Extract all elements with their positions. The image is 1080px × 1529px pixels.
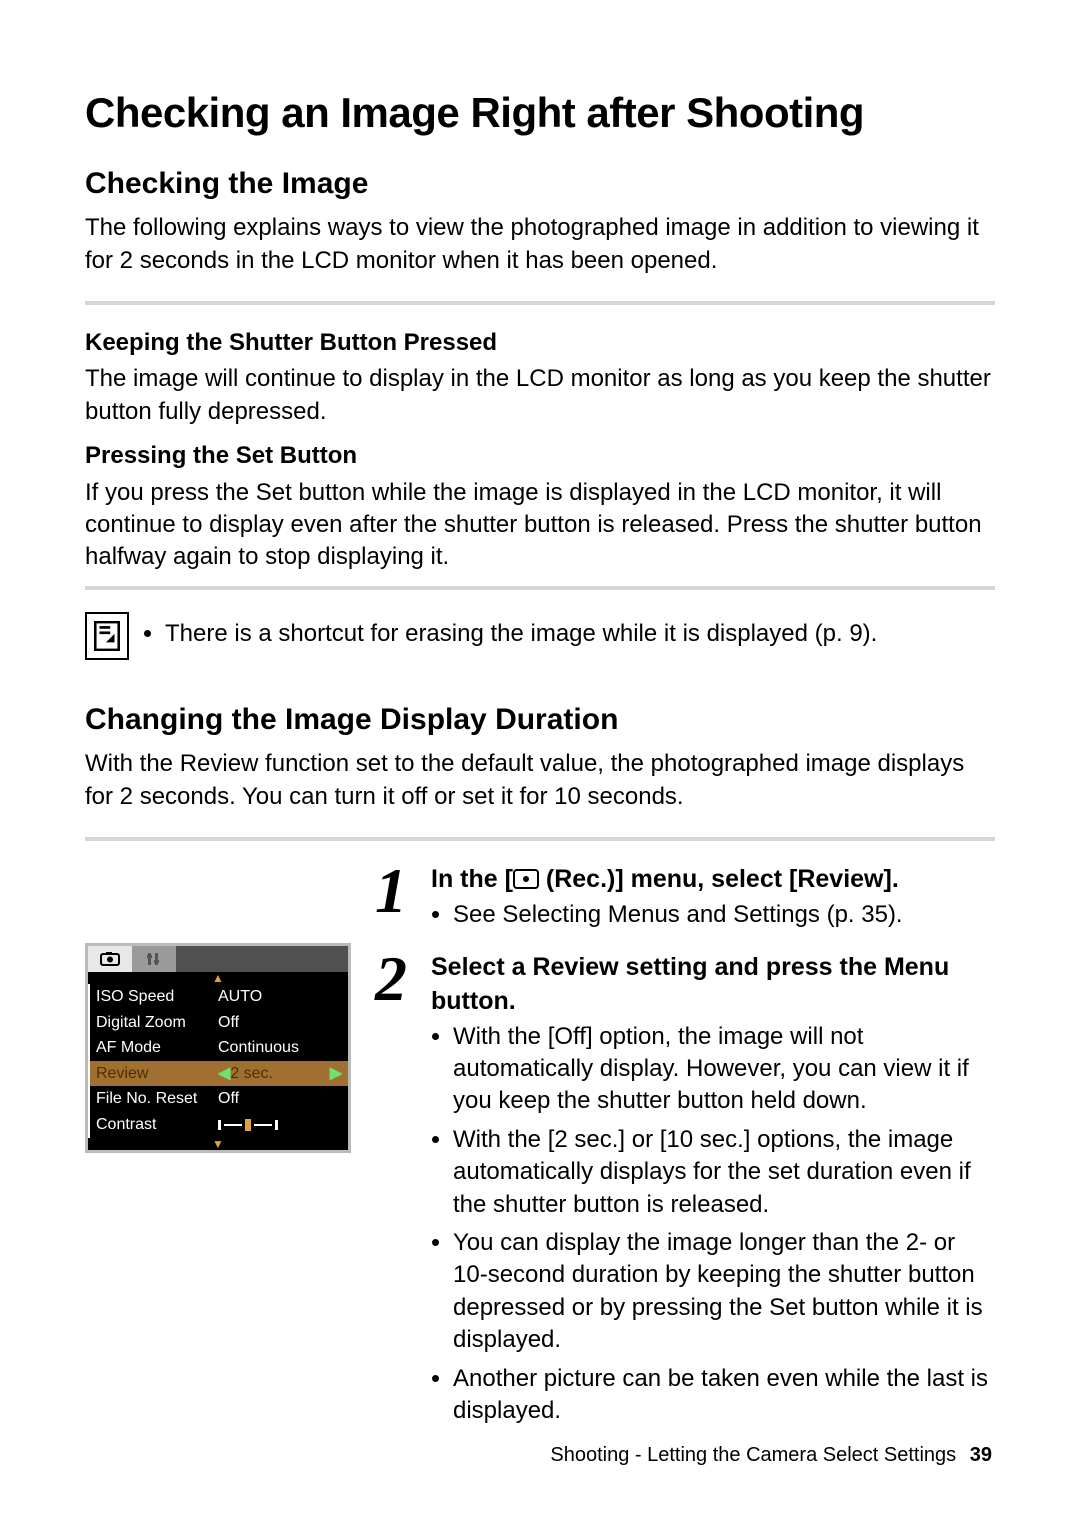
camera-icon xyxy=(513,869,539,889)
page-title: Checking an Image Right after Shooting xyxy=(85,85,995,142)
section-heading-duration: Changing the Image Display Duration xyxy=(85,700,995,741)
subheading-shutter: Keeping the Shutter Button Pressed xyxy=(85,327,995,359)
section-intro-checking: The following explains ways to view the … xyxy=(85,212,995,277)
section-heading-checking: Checking the Image xyxy=(85,164,995,205)
left-arrow-icon: ◀ xyxy=(218,1065,230,1082)
footer-chapter: Shooting - Letting the Camera Select Set… xyxy=(550,1444,956,1466)
paragraph-shutter: The image will continue to display in th… xyxy=(85,363,995,428)
note-icon xyxy=(85,612,129,660)
menu-item-review-selected: Review ◀2 sec. ▶ xyxy=(88,1061,348,1087)
subheading-set-button: Pressing the Set Button xyxy=(85,440,995,472)
menu-tab-rec xyxy=(88,946,132,972)
step-2-bullet-3: You can display the image longer than th… xyxy=(453,1227,995,1357)
menu-tab-setup xyxy=(132,946,176,972)
menu-item-digital-zoom: Digital ZoomOff xyxy=(88,1010,348,1036)
step-2-bullet-2: With the [2 sec.] or [10 sec.] options, … xyxy=(453,1124,995,1221)
menu-item-iso: ISO SpeedAUTO xyxy=(88,984,348,1010)
divider xyxy=(85,837,995,841)
step-2-bullet-4: Another picture can be taken even while … xyxy=(453,1363,995,1428)
step-number-2: 2 xyxy=(375,953,417,1004)
camera-menu-screenshot: ▲ ISO SpeedAUTO Digital ZoomOff AF ModeC… xyxy=(85,943,351,1153)
menu-item-file-no-reset: File No. ResetOff xyxy=(88,1086,348,1112)
menu-item-af-mode: AF ModeContinuous xyxy=(88,1035,348,1061)
paragraph-set-button: If you press the Set button while the im… xyxy=(85,477,995,574)
step-1-title: In the [ (Rec.)] menu, select [Review]. xyxy=(431,863,995,897)
tip-text: There is a shortcut for erasing the imag… xyxy=(165,618,877,650)
step-2-title: Select a Review setting and press the Me… xyxy=(431,951,995,1019)
step-2-bullet-1: With the [Off] option, the image will no… xyxy=(453,1021,995,1118)
right-arrow-icon: ▶ xyxy=(330,1063,342,1085)
divider xyxy=(85,586,995,590)
tip-block: There is a shortcut for erasing the imag… xyxy=(85,612,995,660)
divider xyxy=(85,301,995,305)
contrast-slider xyxy=(218,1114,342,1136)
scroll-down-icon: ▼ xyxy=(88,1138,348,1150)
page-number: 39 xyxy=(970,1444,992,1466)
step-1-bullet: See Selecting Menus and Settings (p. 35)… xyxy=(453,899,995,931)
section-intro-duration: With the Review function set to the defa… xyxy=(85,748,995,813)
scroll-up-icon: ▲ xyxy=(88,972,348,984)
menu-item-contrast: Contrast xyxy=(88,1112,348,1138)
step-number-1: 1 xyxy=(375,865,417,916)
